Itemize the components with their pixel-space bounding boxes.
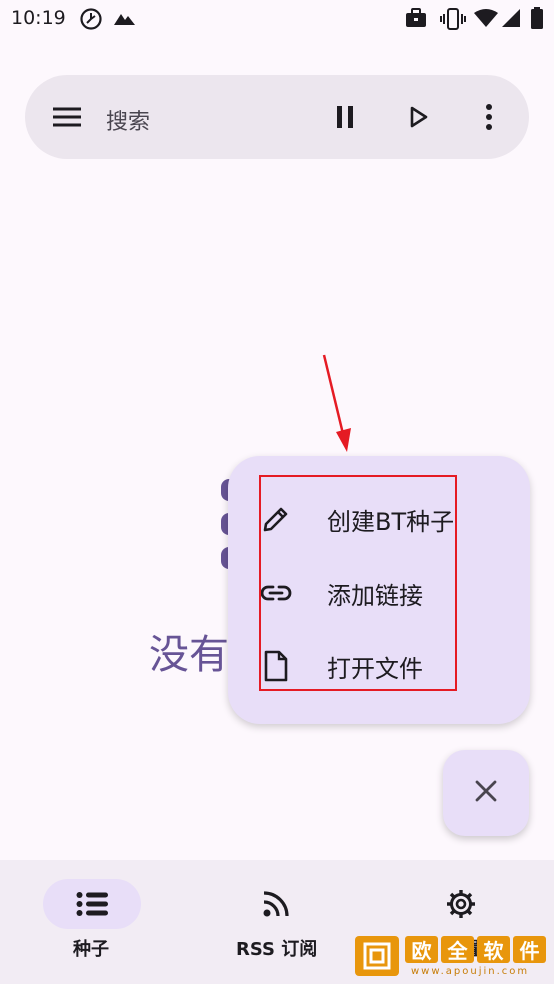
nav-item-rss[interactable]: RSS 订阅 [185,860,370,984]
close-fab-button[interactable] [443,750,529,836]
list-icon [76,888,108,920]
close-icon [474,779,498,807]
watermark-logo [355,936,399,976]
watermark-char: 全 [441,936,474,963]
nav-label: RSS 订阅 [236,939,318,960]
nav-item-torrents[interactable]: 种子 [0,860,185,984]
nav-label: 种子 [73,939,109,960]
watermark: 欧 全 软 件 www.apoujin.com [355,934,551,980]
watermark-url: www.apoujin.com [411,966,530,977]
annotation-highlight-box [259,475,457,691]
watermark-chars: 欧 全 软 件 [405,936,546,963]
watermark-char: 软 [477,936,510,963]
rss-icon [260,888,292,920]
gear-icon [445,888,477,920]
watermark-char: 件 [513,936,546,963]
watermark-char: 欧 [405,936,438,963]
